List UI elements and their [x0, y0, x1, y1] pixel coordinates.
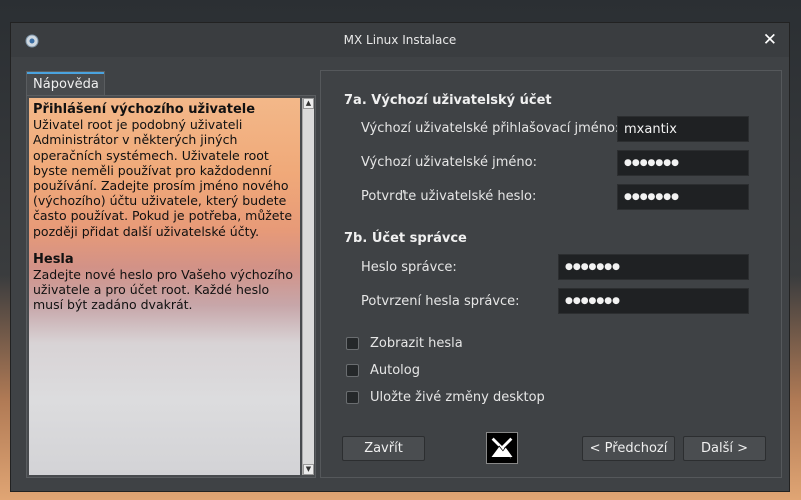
help-text: Zadejte nové heslo pro Vašeho výchozího …	[33, 267, 293, 313]
help-scrollbar[interactable]: ▲ ▼	[302, 98, 314, 475]
user-account-title: 7a. Výchozí uživatelský účet	[344, 93, 552, 108]
title-bar: MX Linux Instalace ✕	[11, 23, 789, 57]
user-password-input[interactable]: ●●●●●●●	[617, 150, 749, 176]
admin-password-confirm-label: Potvrzení hesla správce:	[361, 294, 520, 309]
close-icon[interactable]: ✕	[763, 30, 777, 50]
admin-password-label: Heslo správce:	[361, 260, 457, 275]
scroll-down-icon[interactable]: ▼	[303, 464, 314, 475]
show-passwords-checkbox[interactable]	[346, 337, 359, 350]
login-input[interactable]: mxantix	[617, 116, 749, 142]
mx-logo-graphic	[490, 437, 514, 459]
installer-window: MX Linux Instalace ✕ Nápověda Přihlášení…	[10, 22, 790, 492]
account-panel: 7a. Výchozí uživatelský účet Výchozí uži…	[320, 70, 782, 478]
user-password-confirm-input[interactable]: ●●●●●●●	[617, 184, 749, 210]
autologin-checkbox[interactable]	[346, 364, 359, 377]
help-section-passwords: Hesla Zadejte nové heslo pro Vašeho vých…	[29, 239, 300, 313]
scroll-up-icon[interactable]: ▲	[303, 98, 314, 109]
user-password-confirm-label: Potvrďte uživatelské heslo:	[361, 189, 537, 204]
help-heading: Přihlášení výchozího uživatele	[33, 102, 256, 117]
tab-help[interactable]: Nápověda	[26, 71, 105, 95]
admin-account-title: 7b. Účet správce	[344, 231, 467, 246]
help-heading: Hesla	[33, 251, 74, 267]
previous-button[interactable]: < Předchozí	[582, 436, 675, 461]
help-content: Přihlášení výchozího uživatele Uživatel …	[29, 98, 300, 475]
close-button[interactable]: Zavřít	[342, 436, 425, 461]
help-section-login: Přihlášení výchozího uživatele Uživatel …	[29, 98, 300, 239]
autologin-label[interactable]: Autolog	[370, 363, 420, 378]
user-password-label: Výchozí uživatelské jméno:	[361, 155, 538, 170]
help-panel: Přihlášení výchozího uživatele Uživatel …	[26, 95, 316, 478]
help-text: Uživatel root je podobný uživateli Admin…	[33, 117, 293, 239]
save-live-changes-label[interactable]: Uložte živé změny desktop	[370, 390, 545, 405]
mx-logo-icon	[486, 432, 518, 464]
login-label: Výchozí uživatelské přihlašovací jméno:	[361, 121, 620, 136]
admin-password-confirm-input[interactable]: ●●●●●●●	[558, 288, 749, 314]
window-title: MX Linux Instalace	[343, 33, 457, 47]
next-button[interactable]: Další >	[683, 436, 766, 461]
save-live-changes-checkbox[interactable]	[346, 391, 359, 404]
admin-password-input[interactable]: ●●●●●●●	[558, 254, 749, 280]
show-passwords-label[interactable]: Zobrazit hesla	[370, 336, 463, 351]
